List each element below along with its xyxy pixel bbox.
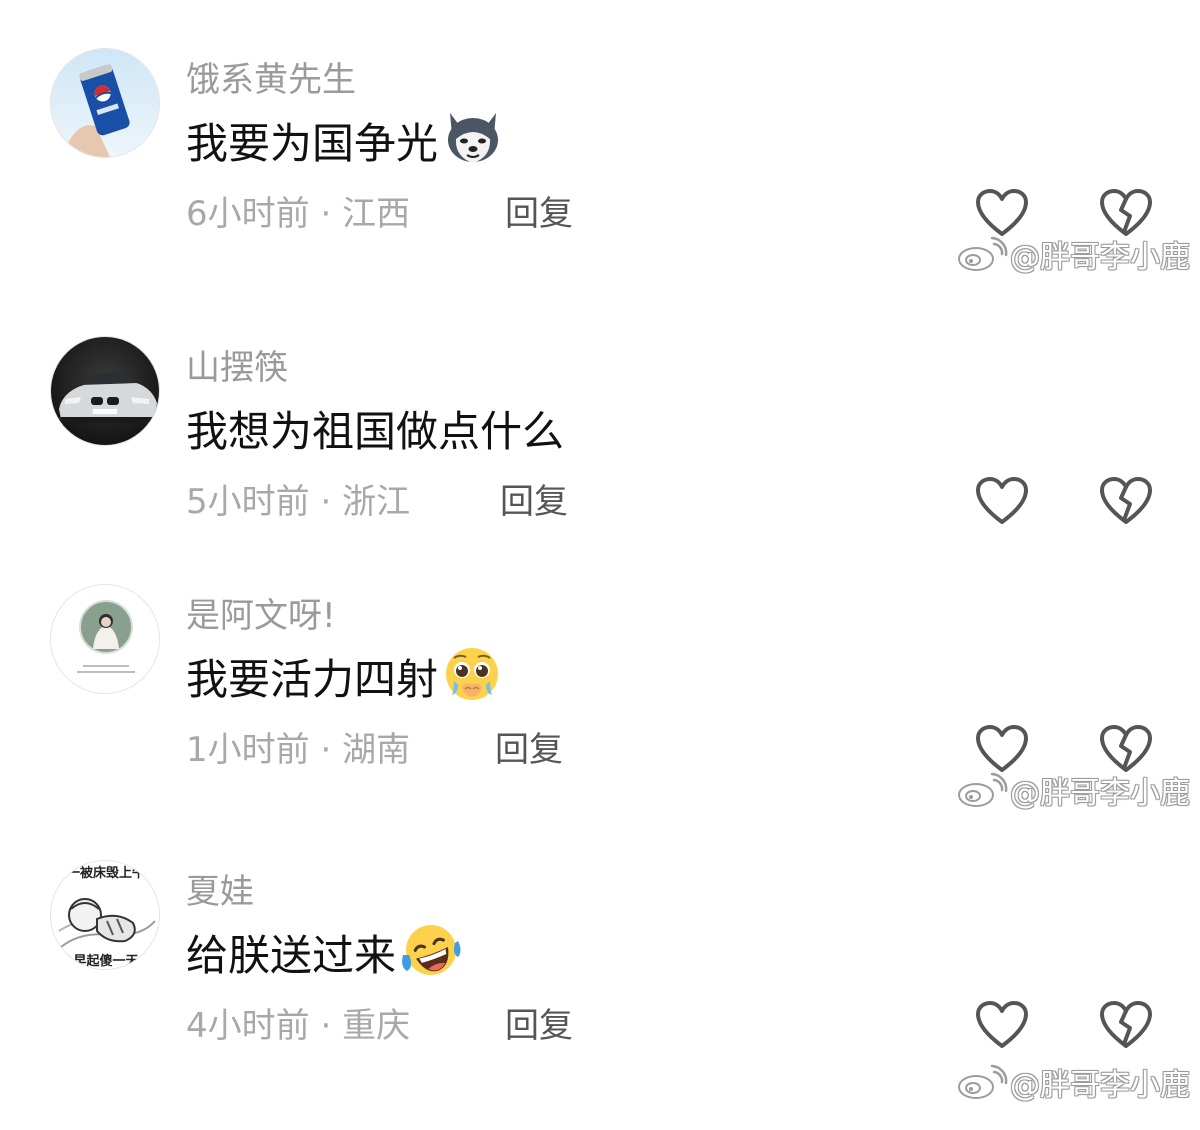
reply-button[interactable]: 回复 bbox=[505, 186, 573, 235]
comment-location: 浙江 bbox=[342, 482, 411, 522]
user-avatar[interactable] bbox=[50, 336, 160, 446]
heart-outline-icon bbox=[976, 1001, 1028, 1048]
reply-button[interactable]: 回复 bbox=[495, 722, 563, 771]
sports-car-avatar-image bbox=[51, 337, 159, 445]
comment-meta: 5小时前 · 浙江 bbox=[186, 474, 410, 523]
user-avatar[interactable] bbox=[50, 48, 160, 158]
dislike-button[interactable] bbox=[1099, 724, 1153, 774]
pepsi-can-avatar-image bbox=[51, 49, 159, 157]
heart-outline-icon bbox=[976, 477, 1028, 524]
username[interactable]: 山摆筷 bbox=[186, 340, 288, 389]
meta-separator: · bbox=[320, 482, 332, 522]
comment-meta: 6小时前 · 江西 bbox=[186, 186, 410, 235]
comment-item: 饿系黄先生 我要为国争光 6小时前 · 江西 回复 bbox=[0, 48, 1200, 318]
comment-text-row: 我要为国争光 bbox=[186, 110, 504, 170]
like-button[interactable] bbox=[975, 476, 1029, 526]
comment-location: 重庆 bbox=[342, 1006, 411, 1046]
comment-item: 山摆筷 我想为祖国做点什么 5小时前 · 浙江 回复 bbox=[0, 336, 1200, 606]
laughing-crying-face-emoji-icon bbox=[400, 921, 462, 983]
weibo-logo-icon bbox=[958, 1064, 1008, 1099]
watermark-text: @胖哥李小鹿 bbox=[1010, 1068, 1190, 1103]
meta-separator: · bbox=[320, 730, 332, 770]
comment-location: 湖南 bbox=[342, 730, 411, 770]
comment-time: 1小时前 bbox=[186, 730, 310, 770]
meta-separator: · bbox=[320, 194, 332, 234]
comment-meta: 4小时前 · 重庆 bbox=[186, 998, 410, 1047]
dislike-button[interactable] bbox=[1099, 1000, 1153, 1050]
heart-outline-icon bbox=[976, 725, 1028, 772]
comment-text-row: 给朕送过来 bbox=[186, 922, 462, 982]
comment-text-row: 我要活力四射 bbox=[186, 646, 502, 706]
comment-time: 4小时前 bbox=[186, 1006, 310, 1046]
weibo-watermark: @胖哥李小鹿 bbox=[956, 768, 1190, 812]
comment-location: 江西 bbox=[342, 194, 411, 234]
comment-text-row: 我想为祖国做点什么 bbox=[186, 398, 564, 458]
avatar-caption-bottom: 早起傻一天 bbox=[73, 953, 139, 969]
comment-time: 5小时前 bbox=[186, 482, 310, 522]
weibo-logo-icon bbox=[958, 236, 1008, 271]
comment-text: 我想为祖国做点什么 bbox=[186, 406, 565, 456]
weibo-watermark: @胖哥李小鹿 bbox=[956, 1060, 1190, 1104]
watermark-text: @胖哥李小鹿 bbox=[1010, 240, 1190, 275]
user-avatar[interactable]: 一被床毁上午 早起傻一天 bbox=[50, 860, 160, 970]
reply-button[interactable]: 回复 bbox=[500, 474, 568, 523]
weibo-logo-icon bbox=[958, 772, 1008, 807]
user-avatar[interactable] bbox=[50, 584, 160, 694]
meta-separator: · bbox=[320, 1006, 332, 1046]
comment-text: 给朕送过来 bbox=[186, 930, 397, 980]
like-button[interactable] bbox=[975, 188, 1029, 238]
comment-text: 我要活力四射 bbox=[186, 654, 439, 704]
like-button[interactable] bbox=[975, 724, 1029, 774]
husky-dog-emoji-icon bbox=[442, 109, 504, 171]
comment-text: 我要为国争光 bbox=[186, 118, 439, 168]
comment-meta: 1小时前 · 湖南 bbox=[186, 722, 410, 771]
comment-item: 是阿文呀! 我要活力四射 1小时前 · 湖南 回复 bbox=[0, 584, 1200, 854]
comment-time: 6小时前 bbox=[186, 194, 310, 234]
broken-heart-outline-icon bbox=[1100, 1001, 1152, 1048]
like-button[interactable] bbox=[975, 1000, 1029, 1050]
weibo-watermark: @胖哥李小鹿 bbox=[956, 232, 1190, 276]
pleading-face-emoji-icon bbox=[442, 645, 502, 707]
heart-outline-icon bbox=[976, 189, 1028, 236]
username[interactable]: 饿系黄先生 bbox=[186, 52, 356, 101]
username[interactable]: 是阿文呀! bbox=[186, 588, 336, 637]
broken-heart-outline-icon bbox=[1100, 725, 1152, 772]
avatar-caption-top: 一被床毁上午 bbox=[67, 865, 145, 881]
sketch-baby-avatar-image: 一被床毁上午 早起傻一天 bbox=[51, 861, 159, 969]
dislike-button[interactable] bbox=[1099, 188, 1153, 238]
reply-button[interactable]: 回复 bbox=[505, 998, 573, 1047]
portrait-circle-avatar-image bbox=[51, 585, 159, 693]
broken-heart-outline-icon bbox=[1100, 477, 1152, 524]
username[interactable]: 夏娃 bbox=[186, 864, 254, 913]
dislike-button[interactable] bbox=[1099, 476, 1153, 526]
watermark-text: @胖哥李小鹿 bbox=[1010, 776, 1190, 811]
broken-heart-outline-icon bbox=[1100, 189, 1152, 236]
